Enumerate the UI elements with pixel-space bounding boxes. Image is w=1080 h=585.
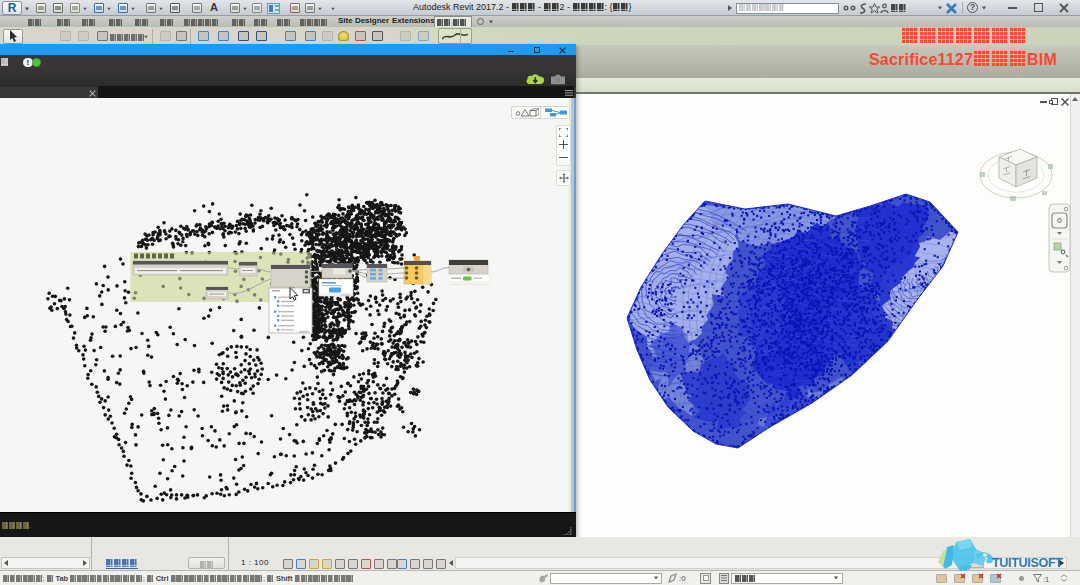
- svg-text:TUITUISOFT: TUITUISOFT: [992, 556, 1063, 570]
